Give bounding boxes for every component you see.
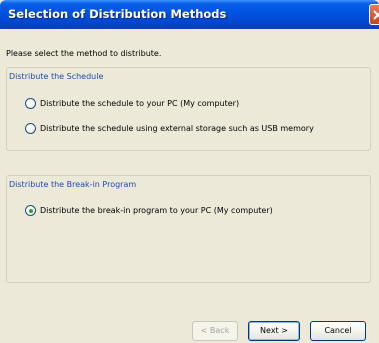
schedule-group: Distribute the Schedule Distribute the s… [6, 67, 371, 151]
dialog-body: Please select the method to distribute. … [4, 29, 379, 343]
schedule-group-title: Distribute the Schedule [9, 72, 104, 81]
instruction-text: Please select the method to distribute. [6, 49, 162, 58]
next-button-label: Next > [260, 326, 288, 335]
breakin-group-title: Distribute the Break-in Program [9, 180, 137, 189]
window-title: Selection of Distribution Methods [8, 7, 227, 21]
cancel-button[interactable]: Cancel [310, 321, 366, 341]
title-bar[interactable]: Selection of Distribution Methods [0, 0, 379, 29]
schedule-pc-radio[interactable] [25, 98, 36, 109]
next-button[interactable]: Next > [248, 321, 300, 341]
breakin-pc-label[interactable]: Distribute the break-in program to your … [40, 206, 273, 215]
cancel-button-label: Cancel [324, 326, 352, 335]
close-icon [373, 10, 379, 20]
close-button[interactable] [369, 4, 379, 25]
dialog-window: Selection of Distribution Methods Please… [0, 0, 379, 343]
back-button-label: < Back [200, 326, 230, 335]
schedule-pc-label[interactable]: Distribute the schedule to your PC (My c… [40, 99, 239, 108]
schedule-usb-label[interactable]: Distribute the schedule using external s… [40, 124, 314, 133]
schedule-usb-radio[interactable] [25, 123, 36, 134]
breakin-group: Distribute the Break-in Program Distribu… [6, 175, 371, 283]
breakin-pc-radio[interactable] [25, 205, 36, 216]
back-button[interactable]: < Back [192, 321, 238, 341]
